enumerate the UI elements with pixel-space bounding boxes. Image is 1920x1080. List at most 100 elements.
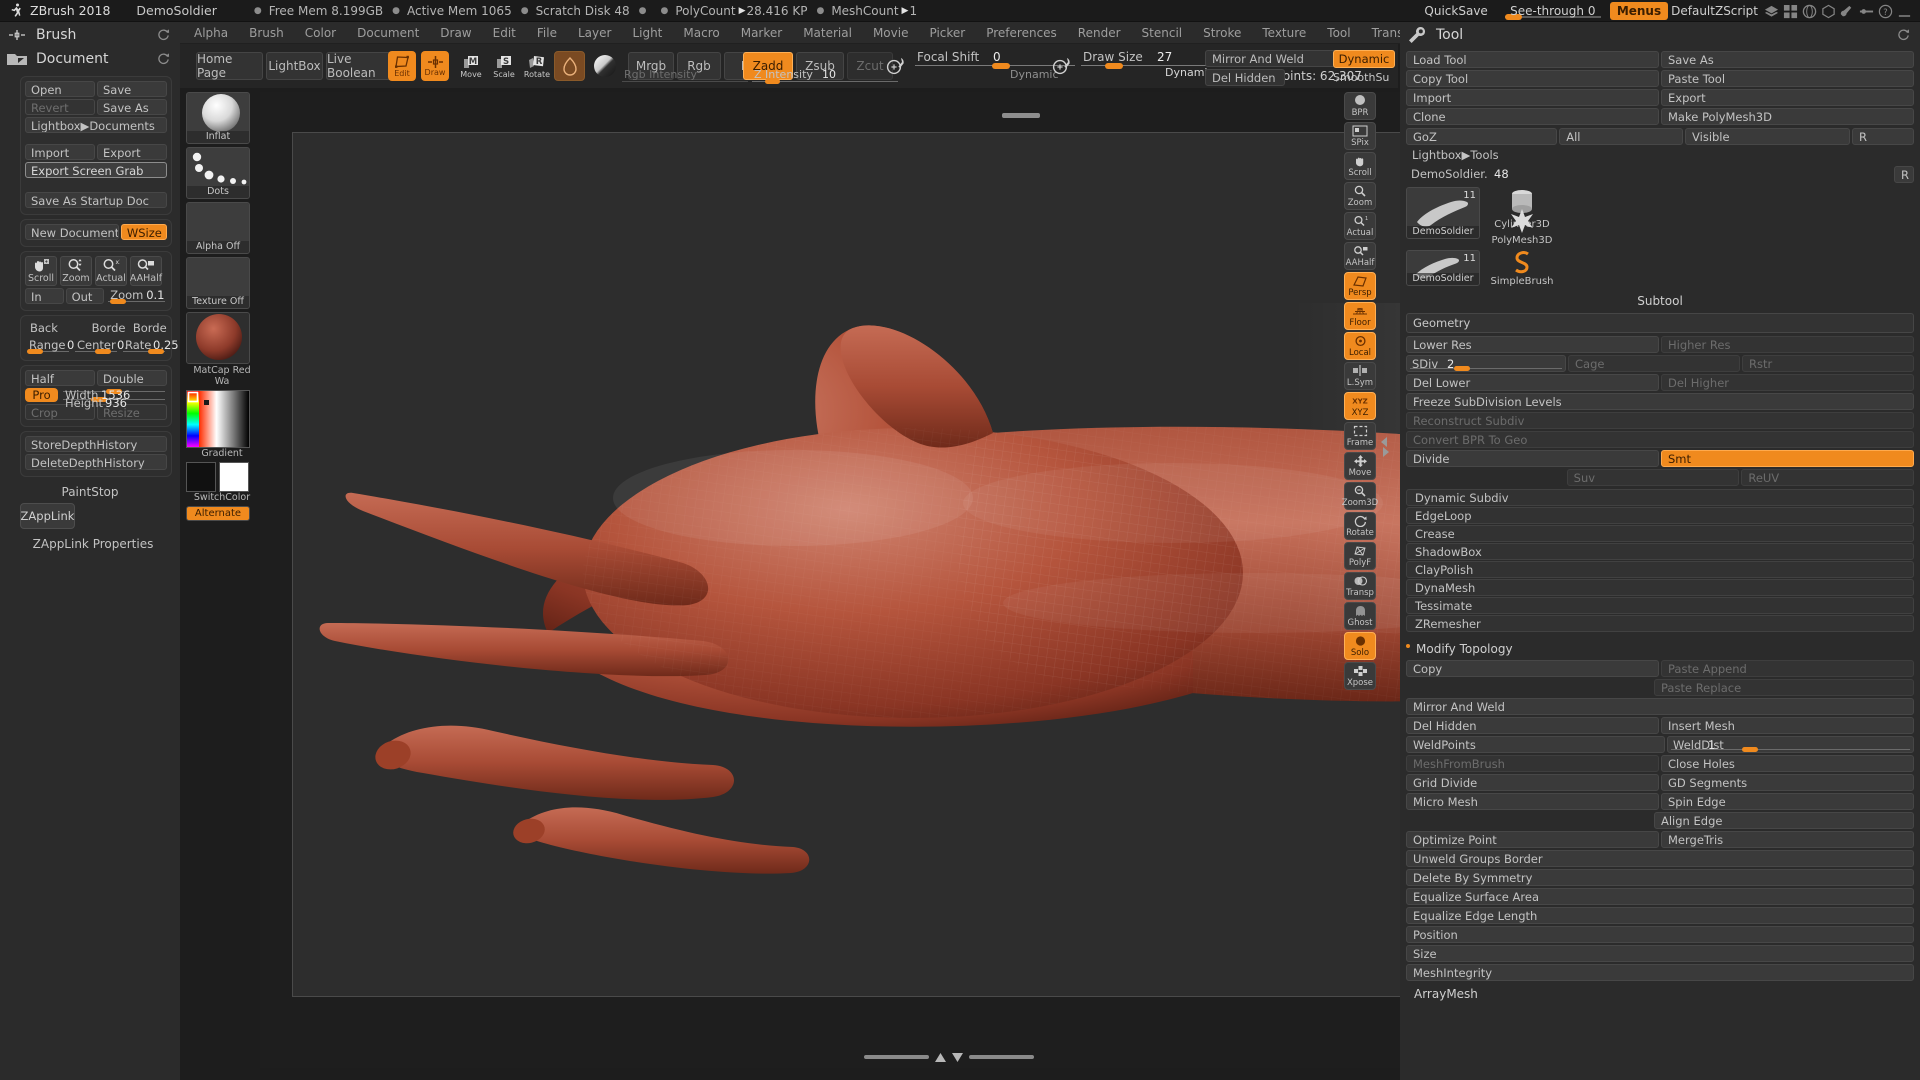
material-thumbnail[interactable]: [186, 312, 250, 364]
rail-button-xpose[interactable]: Xpose: [1344, 662, 1376, 690]
position-button[interactable]: Position: [1406, 926, 1914, 943]
micro-mesh-button[interactable]: Micro Mesh: [1406, 793, 1659, 810]
alpha-thumbnail[interactable]: Alpha Off: [186, 202, 250, 254]
sphere-icon[interactable]: [1802, 4, 1817, 19]
menu-item-file[interactable]: File: [527, 24, 567, 42]
divide-button[interactable]: Divide: [1406, 450, 1659, 467]
menu-item-texture[interactable]: Texture: [1252, 24, 1316, 42]
gradient-label[interactable]: Gradient: [186, 448, 258, 459]
mergetris-button[interactable]: MergeTris: [1661, 831, 1914, 848]
smt-button[interactable]: Smt: [1661, 450, 1914, 467]
tessimate-button[interactable]: Tessimate: [1406, 597, 1914, 614]
bottom-scroll-left[interactable]: [864, 1055, 929, 1059]
actual-button[interactable]: x1 Actual: [95, 256, 127, 286]
grid-divide-button[interactable]: Grid Divide: [1406, 774, 1659, 791]
slider-knob[interactable]: [1742, 747, 1758, 752]
goz-button[interactable]: GoZ: [1406, 128, 1557, 145]
suv-button[interactable]: Suv: [1567, 469, 1740, 486]
aahalf-button[interactable]: AAHalf: [130, 256, 162, 286]
delete-depth-history-button[interactable]: DeleteDepthHistory: [25, 454, 167, 470]
del-lower-button[interactable]: Del Lower: [1406, 374, 1659, 391]
subtool-section-title[interactable]: Subtool: [1400, 291, 1920, 311]
unweld-groups-border-button[interactable]: Unweld Groups Border: [1406, 850, 1914, 867]
copy-button[interactable]: Copy: [1406, 660, 1659, 677]
new-document-button[interactable]: New Document: [25, 224, 119, 240]
zoom-in-button[interactable]: In: [25, 288, 64, 304]
menu-item-stroke[interactable]: Stroke: [1193, 24, 1251, 42]
border2-button[interactable]: Border2: [128, 320, 167, 336]
freeze-subdivision-levels-button[interactable]: Freeze SubDivision Levels: [1406, 393, 1914, 410]
shadowbox-button[interactable]: ShadowBox: [1406, 543, 1914, 560]
brush-palette-header[interactable]: Brush: [0, 22, 180, 48]
paste-replace-button[interactable]: Paste Replace: [1654, 679, 1914, 696]
equalize-surface-area-button[interactable]: Equalize Surface Area: [1406, 888, 1914, 905]
refresh-icon[interactable]: [157, 52, 170, 65]
demosoldier-r-button[interactable]: R: [1894, 166, 1914, 183]
timeline-icon[interactable]: [1859, 4, 1874, 19]
brush-thumbnail[interactable]: Inflat: [186, 92, 250, 144]
see-through-slider[interactable]: See-through 0: [1499, 0, 1607, 22]
rgb-intensity-slider[interactable]: Rgb Intensity: [620, 68, 750, 84]
size-button[interactable]: Size: [1406, 945, 1914, 962]
panel-collapse-handle[interactable]: [1380, 435, 1390, 459]
goz-all-button[interactable]: All: [1559, 128, 1683, 145]
del-hidden-button[interactable]: Del Hidden: [1205, 69, 1285, 86]
save-button[interactable]: Save: [97, 81, 167, 97]
menu-item-tool[interactable]: Tool: [1317, 24, 1360, 42]
tool-thumb-simplebrush[interactable]: [1484, 250, 1560, 274]
rail-button-local[interactable]: Local: [1344, 332, 1376, 360]
pro-button[interactable]: Pro: [25, 388, 58, 402]
edgeloop-button[interactable]: EdgeLoop: [1406, 507, 1914, 524]
lightbox-tools-button[interactable]: Lightbox▶Tools: [1406, 147, 1914, 164]
higher-res-button[interactable]: Higher Res: [1661, 336, 1914, 353]
del-higher-button[interactable]: Del Higher: [1661, 374, 1914, 391]
goz-r-button[interactable]: R: [1852, 128, 1914, 145]
slider-knob[interactable]: [1105, 63, 1123, 69]
stroke-thumbnail[interactable]: Dots: [186, 147, 250, 199]
dynamesh-button[interactable]: DynaMesh: [1406, 579, 1914, 596]
primary-color-swatch[interactable]: [186, 462, 216, 492]
convert-bpr-to-geo-button[interactable]: Convert BPR To Geo: [1406, 431, 1914, 448]
scale-button[interactable]: S Scale: [490, 51, 518, 81]
scrollbar-thumb[interactable]: [1002, 113, 1040, 118]
zoom-out-button[interactable]: Out: [66, 288, 105, 304]
modify-topology-header[interactable]: Modify Topology: [1406, 638, 1914, 657]
rate-slider[interactable]: Rate 0.25: [121, 338, 167, 354]
tool-thumb-demosoldier-1[interactable]: 11 DemoSoldier: [1406, 187, 1480, 239]
reuv-button[interactable]: ReUV: [1741, 469, 1914, 486]
demosoldier-slider[interactable]: DemoSoldier. 48: [1406, 166, 1892, 183]
open-button[interactable]: Open: [25, 81, 95, 97]
menu-item-document[interactable]: Document: [347, 24, 429, 42]
menu-item-color[interactable]: Color: [295, 24, 346, 42]
current-material-preview[interactable]: [589, 51, 620, 81]
revert-button[interactable]: Revert: [25, 99, 95, 115]
menu-item-preferences[interactable]: Preferences: [976, 24, 1067, 42]
menu-item-marker[interactable]: Marker: [731, 24, 792, 42]
zscript-label[interactable]: DefaultZScript: [1671, 4, 1758, 18]
draw-size-icon-button[interactable]: [1048, 51, 1078, 81]
layers-icon[interactable]: [1764, 4, 1779, 19]
tool-palette-header[interactable]: Tool: [1400, 22, 1920, 48]
menu-item-edit[interactable]: Edit: [483, 24, 526, 42]
rail-button-transp[interactable]: Transp: [1344, 572, 1376, 600]
menu-item-macro[interactable]: Macro: [673, 24, 729, 42]
equalize-edge-length-button[interactable]: Equalize Edge Length: [1406, 907, 1914, 924]
dynamic-button[interactable]: Dynamic: [1333, 50, 1395, 68]
rail-button-bpr[interactable]: BPR: [1344, 92, 1376, 120]
refresh-icon[interactable]: [157, 28, 170, 41]
save-as-button[interactable]: Save As: [97, 99, 167, 115]
color-picker[interactable]: [186, 390, 250, 448]
brush-tip-icon[interactable]: [1840, 4, 1855, 19]
welddist-slider[interactable]: WeldDist1: [1667, 736, 1914, 753]
zapplink-button[interactable]: ZAppLink: [20, 503, 75, 529]
meshintegrity-button[interactable]: MeshIntegrity: [1406, 964, 1914, 981]
slider-knob[interactable]: [765, 79, 780, 84]
z-intensity-slider[interactable]: Z Intensity 10: [750, 68, 900, 84]
rail-button-polyf[interactable]: PolyF: [1344, 542, 1376, 570]
import-button[interactable]: Import: [1406, 89, 1659, 106]
arraymesh-label[interactable]: ArrayMesh: [1414, 987, 1920, 1001]
reconstruct-subdiv-button[interactable]: Reconstruct Subdiv: [1406, 412, 1914, 429]
paste-tool-button[interactable]: Paste Tool: [1661, 70, 1914, 87]
dynamic-subdiv-button[interactable]: Dynamic Subdiv: [1406, 489, 1914, 506]
move-button[interactable]: M Move: [457, 51, 485, 81]
